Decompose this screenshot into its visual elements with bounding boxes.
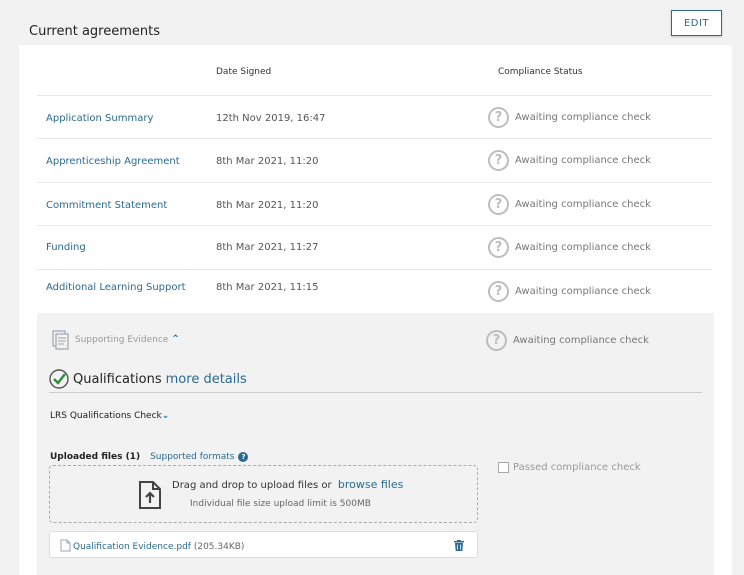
status-text: Awaiting compliance check xyxy=(515,286,651,297)
pdf-icon xyxy=(60,539,71,552)
evidence-compliance-status: ? Awaiting compliance check xyxy=(486,330,649,351)
compliance-status: ? Awaiting compliance check xyxy=(488,237,651,258)
status-text: Awaiting compliance check xyxy=(515,242,651,253)
question-circle-icon: ? xyxy=(488,150,509,171)
passed-compliance-checkbox[interactable]: Passed compliance check xyxy=(498,462,641,473)
supporting-evidence-label: Supporting Evidence xyxy=(75,334,169,345)
qualifications-title: Qualifications xyxy=(73,371,162,387)
edit-button[interactable]: EDIT xyxy=(671,10,722,36)
agreement-link[interactable]: Additional Learning Support xyxy=(46,282,186,293)
file-size: (205.34KB) xyxy=(193,542,245,552)
browse-files-link[interactable]: browse files xyxy=(338,478,403,491)
question-circle-icon: ? xyxy=(488,194,509,215)
date-signed: 8th Mar 2021, 11:27 xyxy=(216,242,319,253)
compliance-status: ? Awaiting compliance check xyxy=(488,194,651,215)
upload-file-icon xyxy=(139,481,161,509)
passed-compliance-label: Passed compliance check xyxy=(513,462,641,473)
date-signed: 8th Mar 2021, 11:20 xyxy=(216,156,319,167)
uploaded-files-header: Uploaded files (1) Supported formats ? xyxy=(50,452,249,462)
date-signed: 12th Nov 2019, 16:47 xyxy=(216,113,326,124)
question-circle-icon: ? xyxy=(486,330,507,351)
uploaded-file-row: Qualification Evidence.pdf (205.34KB) xyxy=(49,531,478,558)
question-circle-icon: ? xyxy=(488,281,509,302)
help-icon[interactable]: ? xyxy=(238,452,249,462)
question-circle-icon: ? xyxy=(488,107,509,128)
agreement-link[interactable]: Funding xyxy=(46,242,86,253)
agreement-link[interactable]: Commitment Statement xyxy=(46,200,167,211)
divider xyxy=(49,392,702,393)
agreement-link[interactable]: Application Summary xyxy=(46,113,153,124)
lrs-qualifications-toggle[interactable]: LRS Qualifications Check⌄ xyxy=(50,411,169,421)
status-text: Awaiting compliance check xyxy=(515,199,651,210)
supported-formats-link[interactable]: Supported formats xyxy=(150,452,234,462)
date-signed: 8th Mar 2021, 11:15 xyxy=(216,282,319,293)
drop-instruction: Drag and drop to upload files or xyxy=(172,480,332,491)
trash-icon[interactable] xyxy=(454,540,464,551)
upload-limit-text: Individual file size upload limit is 500… xyxy=(190,499,371,509)
table-row: Additional Learning Support 8th Mar 2021… xyxy=(37,269,712,313)
qualifications-heading: Qualifications more details xyxy=(49,369,247,389)
date-signed: 8th Mar 2021, 11:20 xyxy=(216,200,319,211)
agreement-link[interactable]: Apprenticeship Agreement xyxy=(46,156,180,167)
uploaded-files-label: Uploaded files (1) xyxy=(50,452,141,462)
table-row: Funding 8th Mar 2021, 11:27 ? Awaiting c… xyxy=(37,225,712,269)
page-title: Current agreements xyxy=(29,24,161,39)
compliance-status: ? Awaiting compliance check xyxy=(488,150,651,171)
table-row: Commitment Statement 8th Mar 2021, 11:20… xyxy=(37,182,712,225)
column-header-status: Compliance Status xyxy=(498,67,583,77)
table-row: Application Summary 12th Nov 2019, 16:47… xyxy=(37,95,712,138)
chevron-up-icon: ⌃ xyxy=(171,334,180,345)
check-circle-icon xyxy=(49,369,69,389)
lrs-label: LRS Qualifications Check xyxy=(50,411,162,421)
compliance-status: ? Awaiting compliance check xyxy=(488,107,651,128)
more-details-link[interactable]: more details xyxy=(166,372,247,387)
status-text: Awaiting compliance check xyxy=(515,155,651,166)
chevron-down-icon: ⌄ xyxy=(161,411,170,421)
dropzone-text: Drag and drop to upload files or browse … xyxy=(172,478,403,491)
column-header-date: Date Signed xyxy=(216,67,272,77)
file-name[interactable]: Qualification Evidence.pdf xyxy=(73,542,191,552)
document-icon xyxy=(52,330,69,350)
supporting-evidence-toggle[interactable]: Supporting Evidence ⌃ xyxy=(75,334,180,345)
status-text: Awaiting compliance check xyxy=(515,112,651,123)
compliance-status: ? Awaiting compliance check xyxy=(488,281,651,302)
file-name-link[interactable]: Qualification Evidence.pdf (205.34KB) xyxy=(73,542,244,552)
checkbox[interactable] xyxy=(498,462,509,473)
table-row: Apprenticeship Agreement 8th Mar 2021, 1… xyxy=(37,138,712,182)
question-circle-icon: ? xyxy=(488,237,509,258)
status-text: Awaiting compliance check xyxy=(513,335,649,346)
file-dropzone[interactable]: Drag and drop to upload files or browse … xyxy=(49,465,478,523)
